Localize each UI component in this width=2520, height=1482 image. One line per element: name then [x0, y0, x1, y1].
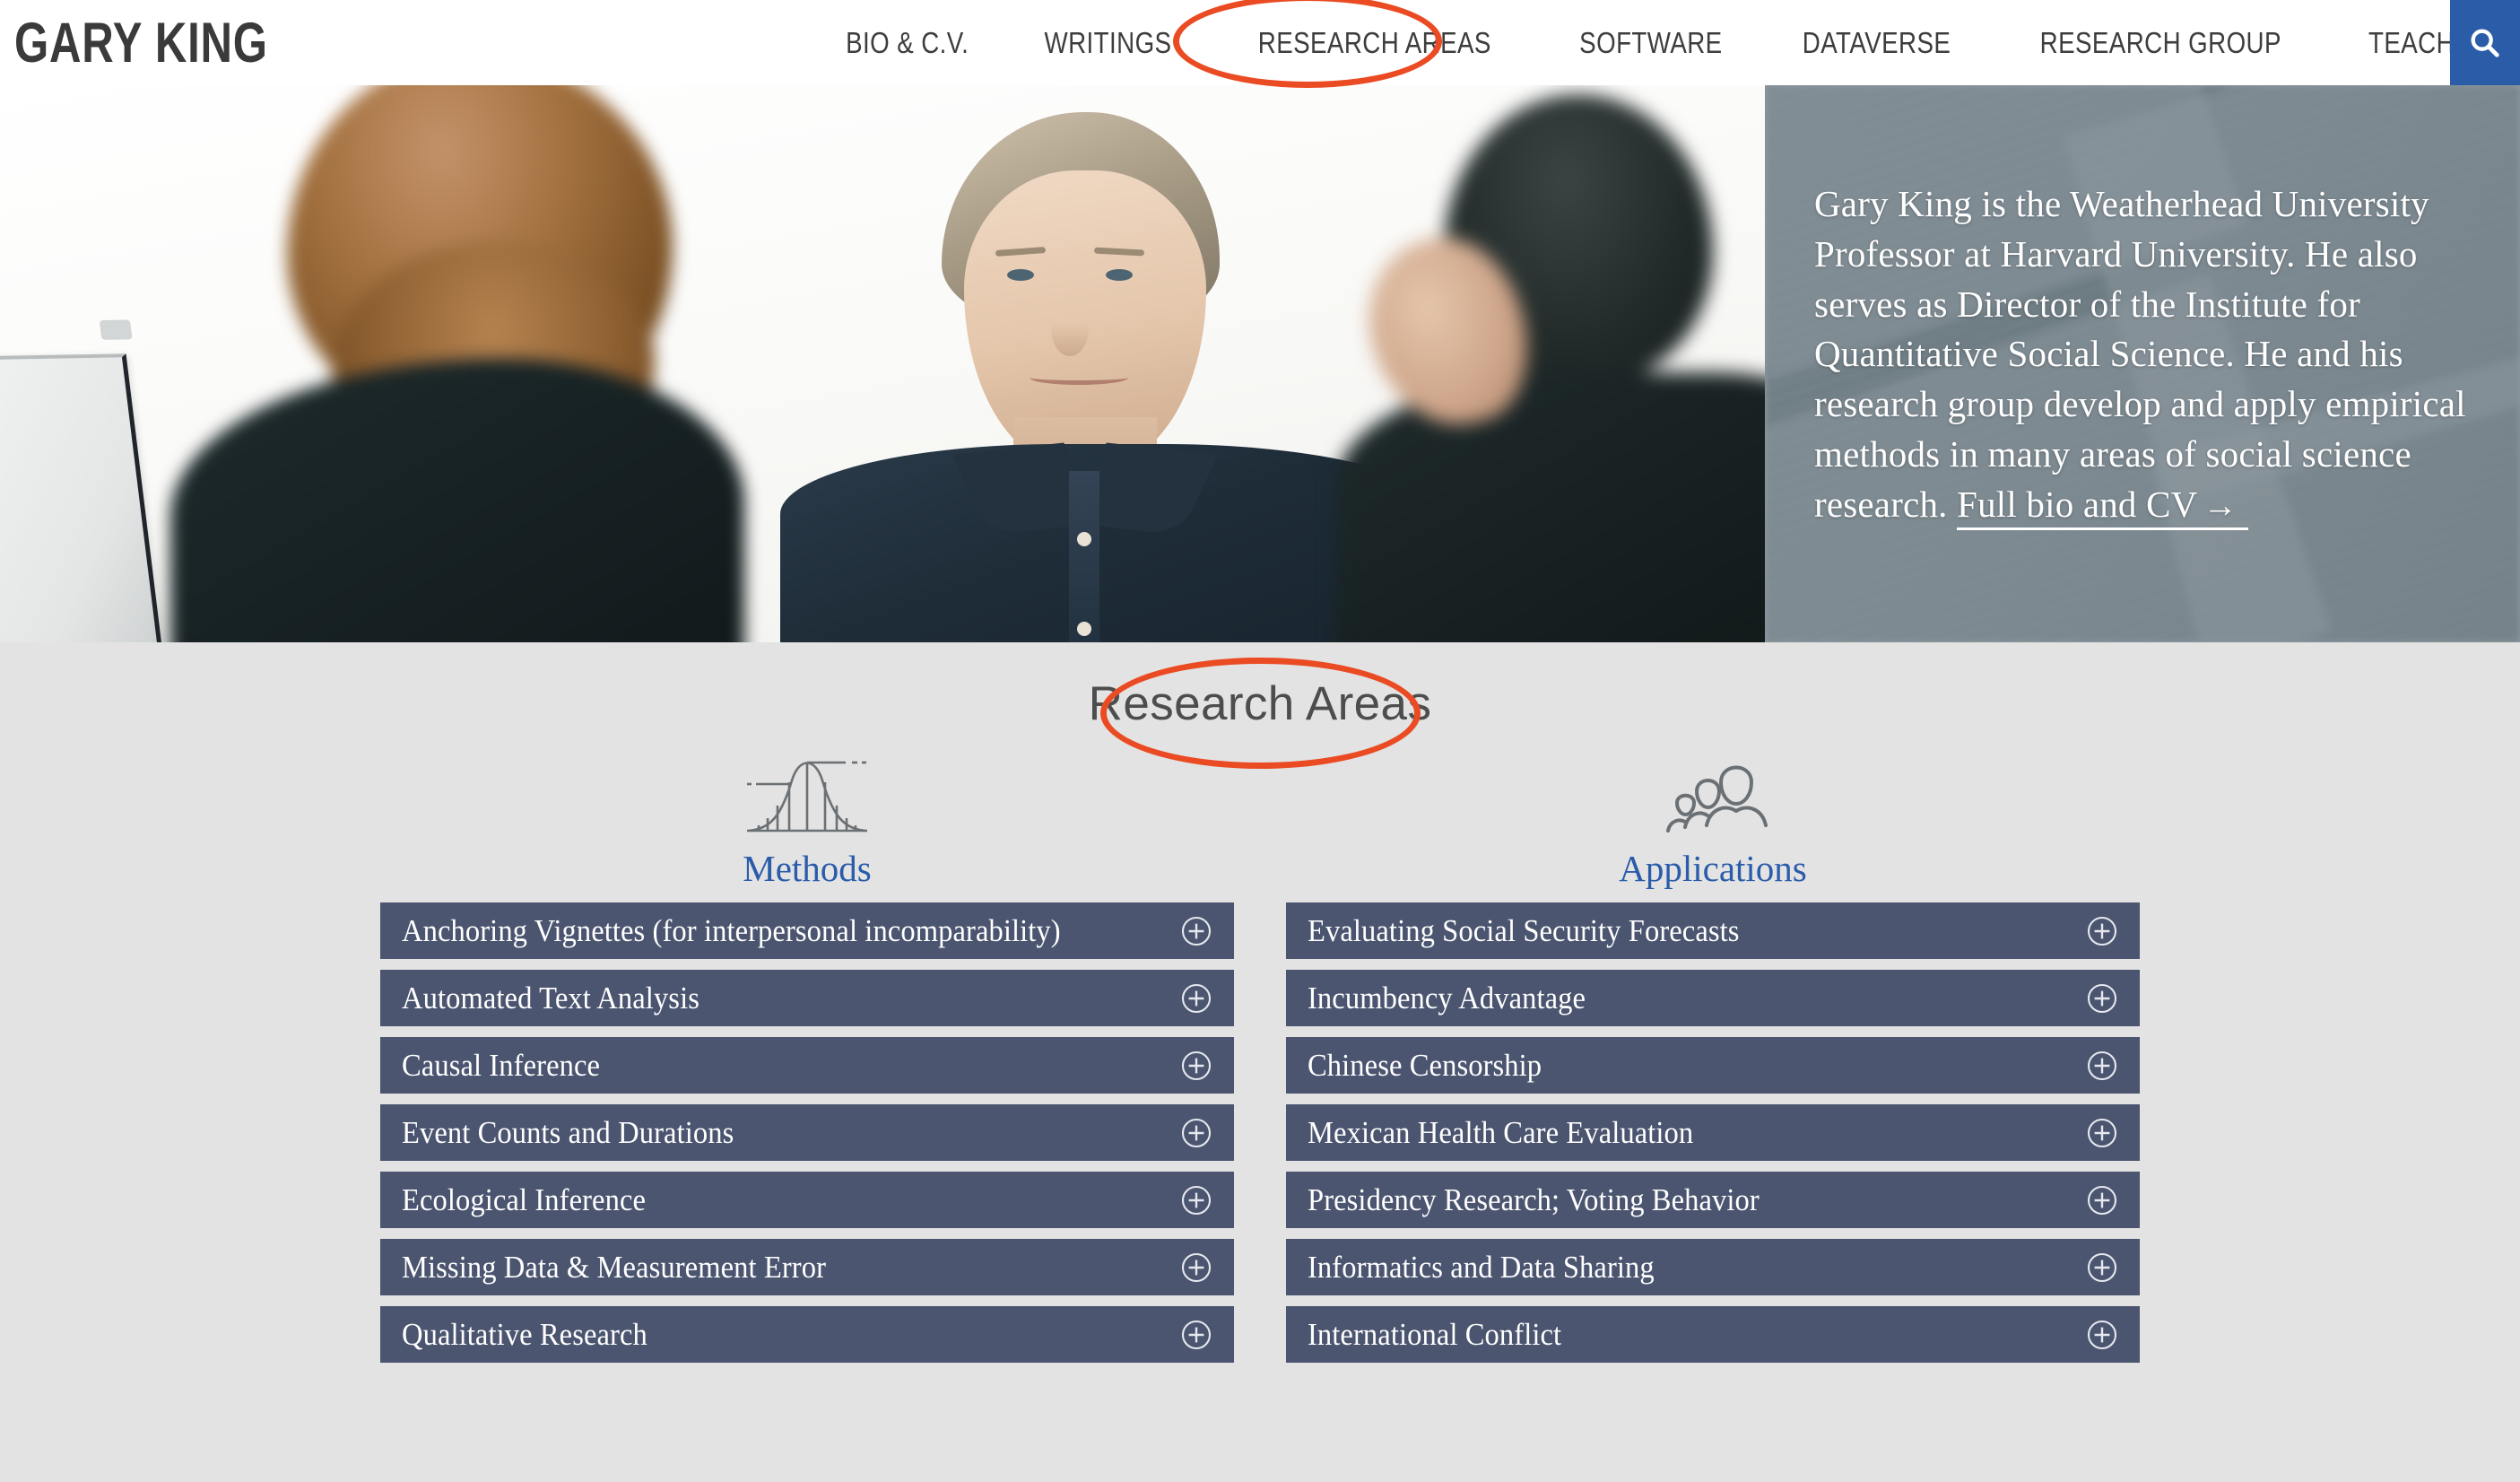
research-area-label: Missing Data & Measurement Error — [402, 1250, 826, 1286]
research-area-item[interactable]: Ecological Inference — [380, 1172, 1234, 1228]
research-area-item[interactable]: Chinese Censorship — [1286, 1037, 2140, 1094]
research-area-item[interactable]: Incumbency Advantage — [1286, 970, 2140, 1026]
bell-curve-icon — [740, 745, 874, 841]
plus-circle-icon[interactable] — [2086, 1184, 2118, 1216]
research-area-label: Evaluating Social Security Forecasts — [1308, 913, 1740, 949]
full-bio-and-cv-link[interactable]: Full bio and CV→ — [1957, 484, 2248, 530]
research-column-methods: Methods Anchoring Vignettes (for interpe… — [380, 745, 1234, 1363]
search-button[interactable] — [2450, 0, 2520, 85]
research-area-item[interactable]: Causal Inference — [380, 1037, 1234, 1094]
nav-item-bio-cv[interactable]: BIO & C.V. — [846, 26, 969, 60]
group-of-people-icon — [1655, 745, 1771, 841]
research-area-list-applications: Evaluating Social Security Forecasts Inc… — [1286, 902, 2140, 1363]
main-navigation: BIO & C.V. WRITINGS RESEARCH AREAS SOFTW… — [834, 0, 2520, 85]
research-area-label: Qualitative Research — [402, 1317, 647, 1353]
research-area-item[interactable]: Anchoring Vignettes (for interpersonal i… — [380, 902, 1234, 959]
research-column-applications: Applications Evaluating Social Security … — [1286, 745, 2140, 1363]
plus-circle-icon[interactable] — [1180, 1050, 1212, 1082]
plus-circle-icon[interactable] — [2086, 982, 2118, 1015]
plus-circle-icon[interactable] — [2086, 1319, 2118, 1351]
research-column-label-methods[interactable]: Methods — [743, 847, 872, 890]
plus-circle-icon[interactable] — [2086, 1251, 2118, 1284]
plus-circle-icon[interactable] — [1180, 1251, 1212, 1284]
nav-item-writings[interactable]: WRITINGS — [1045, 26, 1172, 60]
site-header: GARY KING BIO & C.V. WRITINGS RESEARCH A… — [0, 0, 2520, 85]
research-area-item[interactable]: Qualitative Research — [380, 1306, 1234, 1363]
research-area-label: Anchoring Vignettes (for interpersonal i… — [402, 913, 1061, 949]
research-area-item[interactable]: Presidency Research; Voting Behavior — [1286, 1172, 2140, 1228]
research-column-header-applications: Applications — [1286, 745, 2140, 890]
nav-item-software[interactable]: SOFTWARE — [1579, 26, 1722, 60]
research-area-label: Causal Inference — [402, 1048, 600, 1084]
research-area-item[interactable]: Missing Data & Measurement Error — [380, 1239, 1234, 1295]
research-area-label: Chinese Censorship — [1308, 1048, 1542, 1084]
research-area-label: Presidency Research; Voting Behavior — [1308, 1182, 1760, 1218]
research-area-item[interactable]: Automated Text Analysis — [380, 970, 1234, 1026]
research-area-label: Ecological Inference — [402, 1182, 646, 1218]
plus-circle-icon[interactable] — [1180, 1184, 1212, 1216]
research-area-item[interactable]: International Conflict — [1286, 1306, 2140, 1363]
research-area-label: Informatics and Data Sharing — [1308, 1250, 1655, 1286]
search-icon — [2467, 25, 2503, 61]
arrow-right-icon: → — [2197, 487, 2247, 525]
research-area-label: Mexican Health Care Evaluation — [1308, 1115, 1693, 1151]
hero-photo — [0, 85, 1765, 642]
research-area-label: Automated Text Analysis — [402, 981, 700, 1016]
photo-foreground-person-left — [63, 90, 691, 642]
nav-item-research-group[interactable]: RESEARCH GROUP — [2039, 26, 2281, 60]
plus-circle-icon[interactable] — [2086, 1117, 2118, 1149]
plus-circle-icon[interactable] — [1180, 915, 1212, 947]
plus-circle-icon[interactable] — [2086, 915, 2118, 947]
site-logo[interactable]: GARY KING — [14, 11, 268, 75]
research-area-item[interactable]: Informatics and Data Sharing — [1286, 1239, 2140, 1295]
plus-circle-icon[interactable] — [2086, 1050, 2118, 1082]
nav-item-research-areas[interactable]: RESEARCH AREAS — [1258, 26, 1491, 60]
research-area-label: Event Counts and Durations — [402, 1115, 734, 1151]
research-column-header-methods: Methods — [380, 745, 1234, 890]
research-area-label: International Conflict — [1308, 1317, 1561, 1353]
hero-bio-panel: Gary King is the Weatherhead University … — [1765, 85, 2520, 642]
research-area-item[interactable]: Evaluating Social Security Forecasts — [1286, 902, 2140, 959]
plus-circle-icon[interactable] — [1180, 1117, 1212, 1149]
research-area-list-methods: Anchoring Vignettes (for interpersonal i… — [380, 902, 1234, 1363]
section-title-research-areas: Research Areas — [0, 676, 2520, 731]
plus-circle-icon[interactable] — [1180, 982, 1212, 1015]
bio-text-body: Gary King is the Weatherhead University … — [1814, 183, 2466, 525]
plus-circle-icon[interactable] — [1180, 1319, 1212, 1351]
research-areas-columns: Methods Anchoring Vignettes (for interpe… — [0, 745, 2520, 1363]
photo-foreground-person-right — [1318, 85, 1765, 642]
research-area-item[interactable]: Mexican Health Care Evaluation — [1286, 1104, 2140, 1161]
research-column-label-applications[interactable]: Applications — [1619, 847, 1807, 890]
research-area-item[interactable]: Event Counts and Durations — [380, 1104, 1234, 1161]
hero-section: Gary King is the Weatherhead University … — [0, 85, 2520, 642]
bio-paragraph: Gary King is the Weatherhead University … — [1814, 179, 2478, 529]
nav-item-dataverse[interactable]: DATAVERSE — [1802, 26, 1951, 60]
research-area-label: Incumbency Advantage — [1308, 981, 1586, 1016]
full-bio-link-label: Full bio and CV — [1957, 484, 2197, 525]
